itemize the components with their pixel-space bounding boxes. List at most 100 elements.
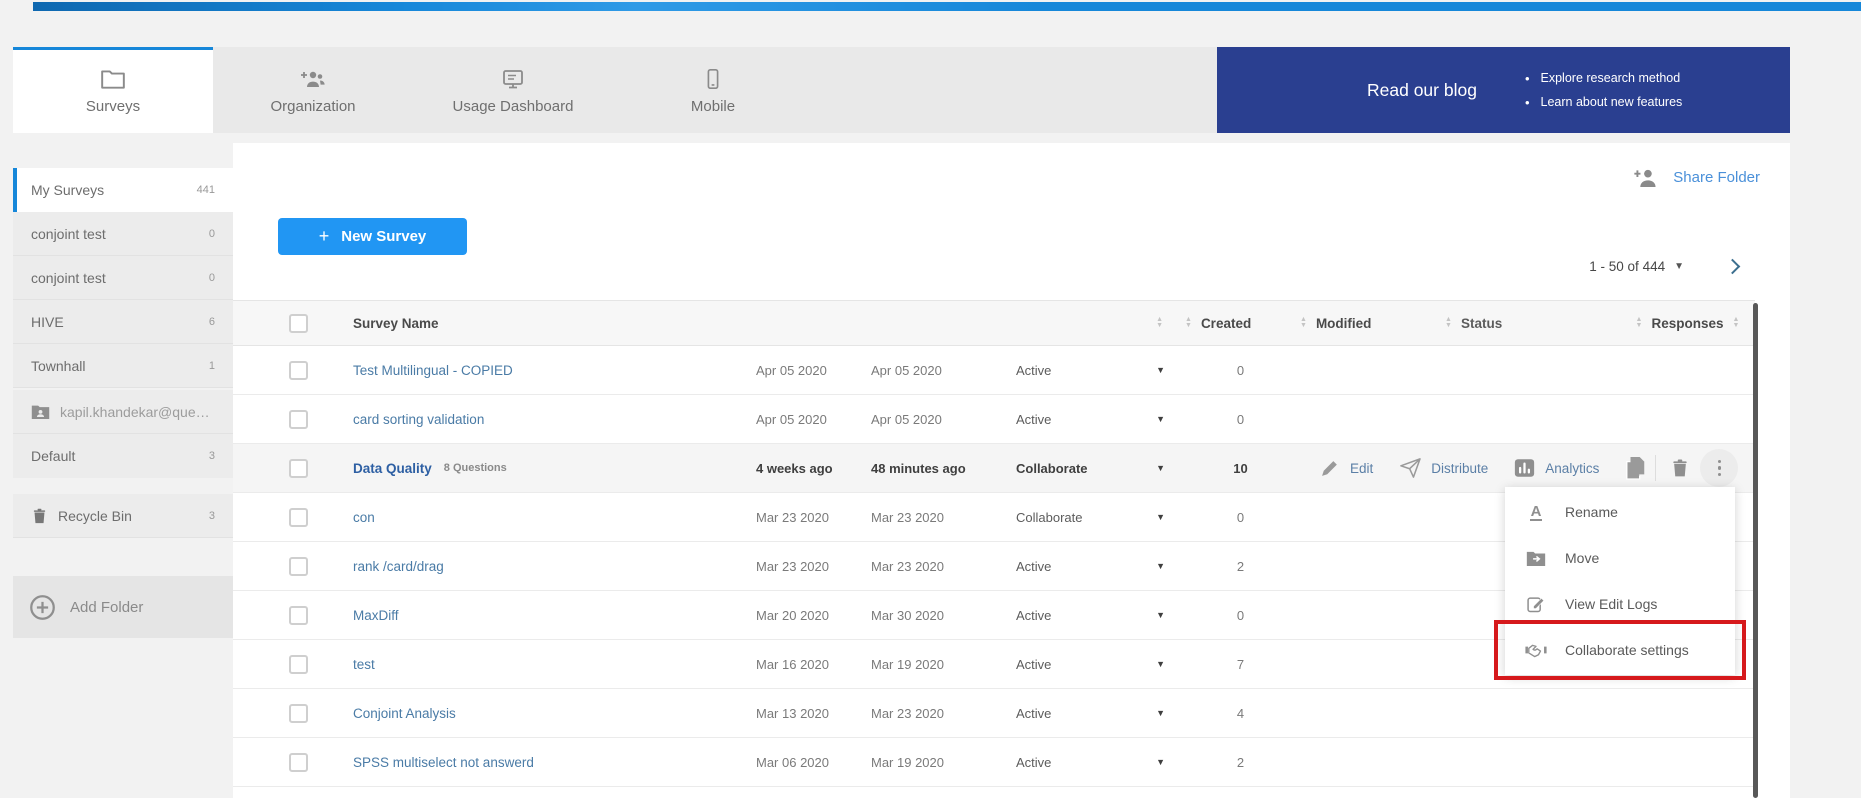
responses-cell: 0 bbox=[1173, 510, 1308, 525]
modified-cell: Mar 23 2020 bbox=[853, 706, 998, 721]
pencil-icon bbox=[1320, 458, 1340, 478]
tab-mobile[interactable]: Mobile bbox=[613, 47, 813, 133]
responses-cell: 2 bbox=[1173, 559, 1308, 574]
read-our-blog-link[interactable]: Read our blog bbox=[1367, 80, 1477, 101]
survey-name-link[interactable]: card sorting validation bbox=[353, 412, 484, 427]
menu-item-collaborate-settings[interactable]: Collaborate settings bbox=[1505, 627, 1735, 673]
next-page-chevron-icon[interactable] bbox=[1725, 259, 1741, 275]
sort-icon[interactable]: ▲▼ bbox=[1185, 317, 1192, 330]
folder-label: Townhall bbox=[31, 358, 85, 374]
analytics-button[interactable]: Analytics bbox=[1514, 458, 1599, 478]
bullet-text: Explore research method bbox=[1541, 71, 1681, 85]
main-tabbar: Surveys Organization Usage Dashboard Mob… bbox=[13, 47, 1790, 133]
row-checkbox[interactable] bbox=[289, 655, 308, 674]
folder-label: conjoint test bbox=[31, 270, 106, 286]
sidebar-folder-item[interactable]: Default 3 bbox=[13, 434, 233, 478]
analytics-label: Analytics bbox=[1545, 461, 1599, 476]
dashboard-icon bbox=[500, 68, 526, 90]
sort-icon[interactable]: ▲▼ bbox=[1300, 317, 1307, 330]
distribute-label: Distribute bbox=[1431, 461, 1488, 476]
status-dropdown-caret-icon[interactable]: ▼ bbox=[1156, 512, 1165, 522]
sort-icon[interactable]: ▲▼ bbox=[1445, 317, 1452, 330]
row-checkbox[interactable] bbox=[289, 361, 308, 380]
col-created: Created bbox=[1201, 316, 1251, 331]
status-dropdown-caret-icon[interactable]: ▼ bbox=[1156, 561, 1165, 571]
status-cell: Active ▼ bbox=[998, 657, 1173, 672]
trash-icon bbox=[1670, 457, 1690, 479]
status-cell: Collaborate ▼ bbox=[998, 510, 1173, 525]
paper-plane-icon bbox=[1399, 458, 1421, 478]
row-checkbox[interactable] bbox=[289, 704, 308, 723]
status-dropdown-caret-icon[interactable]: ▼ bbox=[1156, 659, 1165, 669]
sort-icon[interactable]: ▲▼ bbox=[1156, 317, 1163, 330]
sidebar-folder-item[interactable]: My Surveys 441 bbox=[13, 168, 233, 212]
row-checkbox[interactable] bbox=[289, 459, 308, 478]
pagination: 1 - 50 of 444 ▼ bbox=[1589, 259, 1738, 274]
menu-item-move[interactable]: Move bbox=[1505, 535, 1735, 581]
tab-usage-dashboard[interactable]: Usage Dashboard bbox=[413, 47, 613, 133]
select-all-checkbox[interactable] bbox=[289, 314, 308, 333]
new-survey-button[interactable]: + New Survey bbox=[278, 218, 467, 255]
status-value: Active bbox=[1016, 559, 1051, 574]
modified-cell: Mar 23 2020 bbox=[853, 559, 998, 574]
status-cell: Active ▼ bbox=[998, 412, 1173, 427]
menu-item-rename[interactable]: A Rename bbox=[1505, 489, 1735, 535]
folder-icon bbox=[100, 68, 126, 90]
row-checkbox[interactable] bbox=[289, 508, 308, 527]
tab-organization[interactable]: Organization bbox=[213, 47, 413, 133]
status-value: Active bbox=[1016, 657, 1051, 672]
menu-item-view-edit-logs[interactable]: View Edit Logs bbox=[1505, 581, 1735, 627]
survey-name-link[interactable]: Data Quality bbox=[353, 461, 432, 476]
row-checkbox[interactable] bbox=[289, 753, 308, 772]
status-cell: Active ▼ bbox=[998, 608, 1173, 623]
vertical-scrollbar[interactable] bbox=[1753, 303, 1758, 798]
survey-name-link[interactable]: con bbox=[353, 510, 375, 525]
sort-icon[interactable]: ▲▼ bbox=[1733, 317, 1740, 330]
add-folder-button[interactable]: Add Folder bbox=[13, 576, 233, 638]
page-size-caret-icon[interactable]: ▼ bbox=[1674, 261, 1684, 272]
copy-survey-button[interactable] bbox=[1625, 456, 1647, 480]
survey-name-link[interactable]: SPSS multiselect not answerd bbox=[353, 755, 534, 770]
status-dropdown-caret-icon[interactable]: ▼ bbox=[1156, 708, 1165, 718]
responses-cell: 2 bbox=[1173, 755, 1308, 770]
menu-label: Move bbox=[1565, 550, 1599, 566]
responses-cell: 7 bbox=[1173, 657, 1308, 672]
bullet-dot: • bbox=[1525, 95, 1530, 110]
survey-name-link[interactable]: MaxDiff bbox=[353, 608, 399, 623]
row-checkbox[interactable] bbox=[289, 557, 308, 576]
share-folder-button[interactable]: Share Folder bbox=[1633, 167, 1760, 188]
banner-bullet-list: • Explore research method • Learn about … bbox=[1525, 71, 1682, 110]
more-options-button[interactable] bbox=[1700, 449, 1738, 487]
survey-name-link[interactable]: test bbox=[353, 657, 375, 672]
folder-count: 0 bbox=[209, 272, 215, 284]
row-context-menu: A Rename Move View Edit Logs Co bbox=[1505, 487, 1735, 675]
row-checkbox[interactable] bbox=[289, 410, 308, 429]
delete-survey-button[interactable] bbox=[1670, 457, 1690, 479]
status-dropdown-caret-icon[interactable]: ▼ bbox=[1156, 463, 1165, 473]
distribute-button[interactable]: Distribute bbox=[1399, 458, 1488, 478]
status-dropdown-caret-icon[interactable]: ▼ bbox=[1156, 757, 1165, 767]
status-value: Active bbox=[1016, 608, 1051, 623]
new-survey-label: New Survey bbox=[341, 228, 426, 245]
sidebar-folder-item[interactable]: conjoint test 0 bbox=[13, 256, 233, 300]
row-checkbox[interactable] bbox=[289, 606, 308, 625]
copy-icon bbox=[1625, 456, 1647, 480]
sort-icon[interactable]: ▲▼ bbox=[1636, 317, 1643, 330]
sidebar-folder-item[interactable]: Townhall 1 bbox=[13, 344, 233, 388]
sidebar-folder-item[interactable]: kapil.khandekar@que… bbox=[13, 390, 233, 434]
folder-count: 3 bbox=[209, 510, 215, 522]
status-dropdown-caret-icon[interactable]: ▼ bbox=[1156, 610, 1165, 620]
status-dropdown-caret-icon[interactable]: ▼ bbox=[1156, 365, 1165, 375]
survey-name-link[interactable]: Conjoint Analysis bbox=[353, 706, 456, 721]
tab-surveys[interactable]: Surveys bbox=[13, 47, 213, 133]
table-row: Test Multilingual - COPIED Apr 05 2020 A… bbox=[233, 346, 1755, 395]
survey-name-link[interactable]: Test Multilingual - COPIED bbox=[353, 363, 513, 378]
created-cell: 4 weeks ago bbox=[738, 461, 853, 476]
folder-label: kapil.khandekar@que… bbox=[60, 404, 210, 420]
sidebar-folder-item[interactable]: HIVE 6 bbox=[13, 300, 233, 344]
edit-button[interactable]: Edit bbox=[1320, 458, 1373, 478]
sidebar-folder-item[interactable]: Recycle Bin 3 bbox=[13, 494, 233, 538]
status-dropdown-caret-icon[interactable]: ▼ bbox=[1156, 414, 1165, 424]
survey-name-link[interactable]: rank /card/drag bbox=[353, 559, 444, 574]
sidebar-folder-item[interactable]: conjoint test 0 bbox=[13, 212, 233, 256]
